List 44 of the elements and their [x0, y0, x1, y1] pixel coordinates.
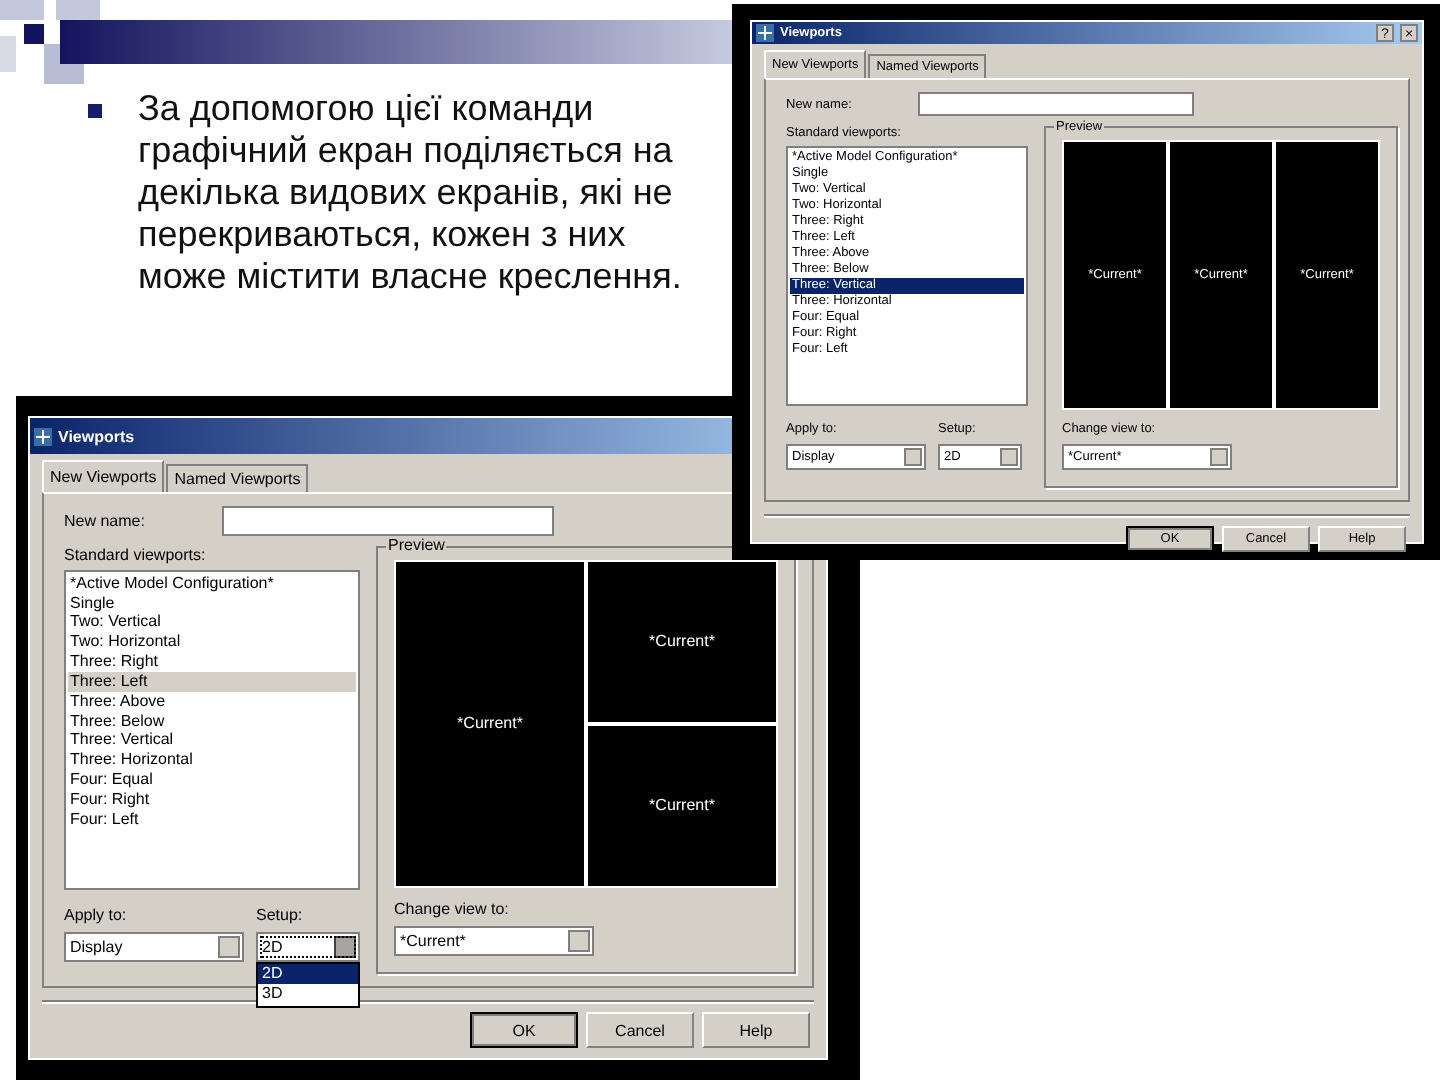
caret-icon — [903, 448, 922, 466]
window-title: Viewports — [58, 427, 135, 445]
pane-label: *Current* — [649, 796, 715, 815]
app-icon — [34, 427, 52, 445]
field-label: Setup: — [256, 905, 305, 924]
tab[interactable]: Named Viewports — [166, 464, 309, 493]
dropdown-option[interactable]: 2D — [258, 964, 358, 985]
field-label: New name: — [64, 511, 147, 530]
list-item[interactable]: Three: Horizontal — [68, 750, 356, 771]
list-item[interactable]: Three: Above — [68, 691, 356, 712]
caret-icon — [333, 936, 356, 958]
list-item[interactable]: Two: Horizontal — [68, 632, 356, 653]
bullet-icon — [88, 104, 102, 118]
dialog-button[interactable]: OK — [470, 1012, 578, 1048]
pane-label: *Current* — [649, 632, 715, 651]
tab[interactable]: New Viewports — [42, 460, 165, 493]
list-item[interactable]: Four: Right — [68, 789, 356, 810]
field-label: Change view to: — [394, 899, 511, 918]
dropdown[interactable]: 2D — [256, 931, 360, 962]
bullet-text: За допомогою цієї команди графічний екран поділяється на декілька видових екранів, які не перекриваються, кожен з них може містити власне креслення. — [138, 88, 684, 298]
dropdown[interactable]: *Current* — [394, 925, 594, 956]
dropdown-option[interactable]: 3D — [258, 984, 358, 1006]
dropdown[interactable]: Display — [64, 931, 244, 962]
field-label: Apply to: — [64, 905, 129, 924]
name-field[interactable] — [918, 92, 1194, 117]
list-item[interactable]: *Active Model Configuration* — [68, 573, 356, 594]
group-label: Preview — [386, 536, 447, 555]
caret-icon — [1209, 448, 1228, 466]
list-item[interactable]: Three: Below — [68, 711, 356, 731]
dialog-button[interactable]: Cancel — [586, 1012, 694, 1048]
field-label: Standard viewports: — [64, 545, 208, 564]
list-item[interactable]: Four: Left — [68, 809, 356, 830]
list-item[interactable]: Single — [68, 593, 356, 613]
list-item[interactable]: Two: Vertical — [68, 612, 356, 633]
name-field[interactable] — [221, 506, 554, 536]
list-item[interactable]: Three: Right — [68, 652, 356, 672]
caret-icon — [999, 448, 1018, 466]
list-item[interactable]: Three: Vertical — [68, 730, 356, 751]
pane-label: *Current* — [457, 714, 523, 733]
dialog-button[interactable]: Help — [702, 1012, 810, 1048]
list-item[interactable]: Three: Left — [68, 671, 356, 692]
caret-icon — [567, 930, 590, 952]
list-item[interactable]: Four: Equal — [68, 770, 356, 790]
caret-icon — [217, 936, 240, 958]
